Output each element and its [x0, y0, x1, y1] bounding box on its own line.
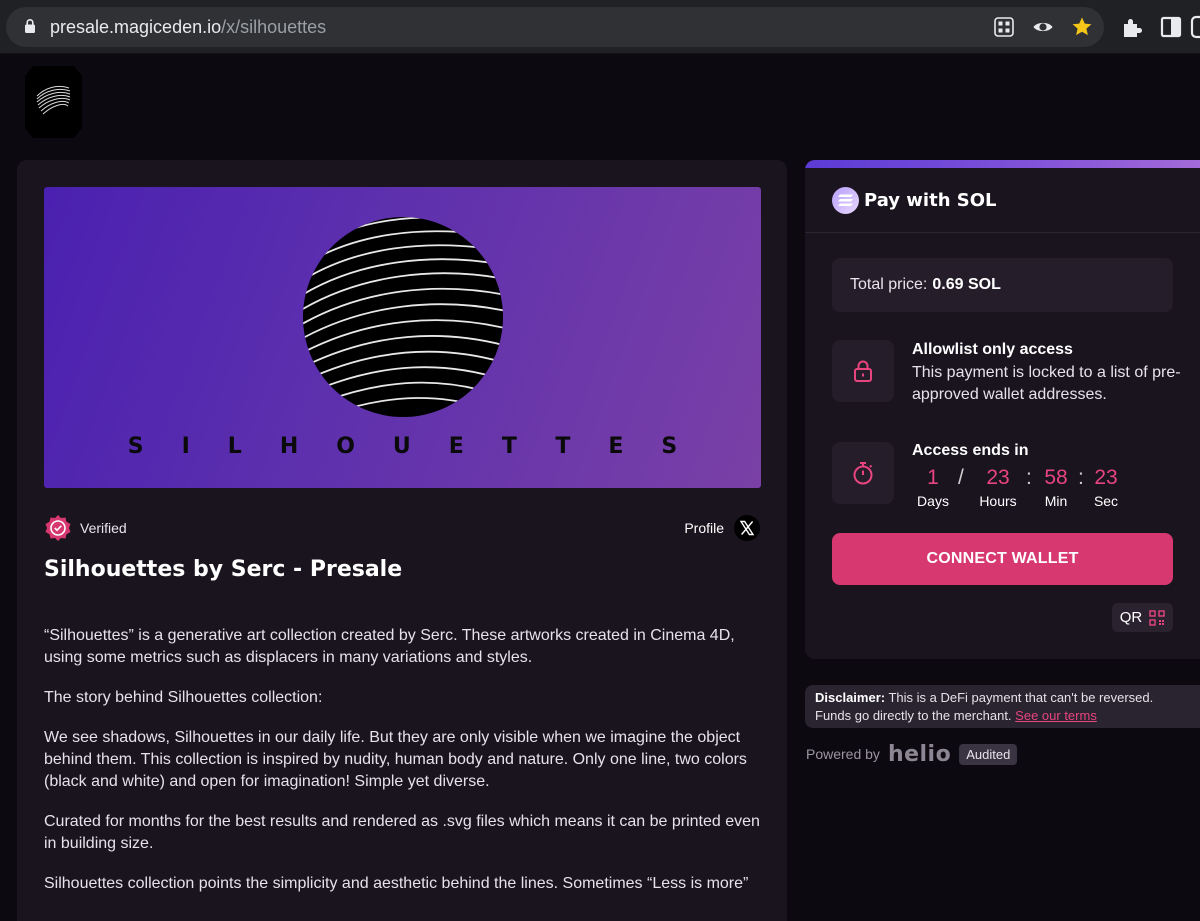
bookmark-star-icon[interactable] — [1071, 16, 1093, 38]
profile-links: Profile — [684, 514, 760, 542]
access-ends-title: Access ends in — [912, 442, 1029, 459]
stopwatch-icon — [853, 462, 873, 485]
verified-label: Verified — [80, 520, 127, 536]
verified-badge-icon — [45, 515, 71, 541]
extensions-icon[interactable] — [1120, 15, 1144, 39]
profile-icon[interactable] — [1190, 15, 1200, 39]
payment-header: Pay with SOL — [805, 168, 1200, 233]
price-label: Total price: — [850, 276, 928, 293]
address-bar[interactable]: presale.magiceden.io/x/silhouettes — [6, 7, 1104, 47]
description-paragraph: Silhouettes collection points the simpli… — [44, 875, 749, 892]
url-path: /x/silhouettes — [221, 17, 327, 37]
countdown-value: 23 — [1094, 466, 1118, 489]
collection-title: Silhouettes by Serc - Presale — [44, 557, 403, 582]
countdown-timer: 1 Days / 23 Hours : 58 Min : 23 Sec — [912, 465, 1152, 511]
countdown-value: 1 — [927, 466, 939, 489]
solana-icon — [832, 186, 859, 214]
powered-by-row: Powered by helio Audited — [806, 741, 1018, 767]
payment-title: Pay with SOL — [864, 189, 997, 211]
payment-panel: Pay with SOL Total price: 0.69 SOL Allow… — [805, 160, 1200, 659]
verified-row: Verified — [44, 514, 127, 542]
browser-toolbar: presale.magiceden.io/x/silhouettes — [0, 0, 1200, 54]
lock-icon-box — [832, 340, 894, 402]
powered-by-label: Powered by — [806, 746, 880, 762]
solana-mark-icon — [838, 194, 853, 206]
countdown-minutes: 58 Min — [1034, 465, 1078, 509]
description-paragraph: Curated for months for the best results … — [44, 813, 760, 852]
allowlist-title: Allowlist only access — [912, 341, 1073, 358]
qr-share-icon[interactable] — [993, 16, 1015, 38]
x-logo-icon[interactable] — [734, 515, 760, 541]
connect-wallet-button[interactable]: CONNECT WALLET — [832, 533, 1173, 585]
lock-icon — [854, 360, 872, 382]
url-text[interactable]: presale.magiceden.io/x/silhouettes — [50, 17, 326, 38]
helio-logo[interactable]: helio — [888, 742, 951, 767]
countdown-seconds: 23 Sec — [1084, 465, 1128, 509]
countdown-label: Hours — [979, 493, 1017, 509]
description-paragraph: The story behind Silhouettes collection: — [44, 689, 323, 706]
eye-icon[interactable] — [1032, 16, 1054, 38]
site-logo[interactable] — [25, 66, 82, 138]
countdown-separator: / — [958, 466, 964, 489]
countdown-value: 58 — [1044, 466, 1068, 489]
qr-label: QR — [1119, 609, 1143, 626]
sidebar-toggle-icon[interactable] — [1159, 15, 1183, 39]
collection-panel: SILHOUETTES Verified Profile Silhouettes… — [17, 160, 787, 921]
panel-accent-bar — [805, 160, 1200, 168]
description-paragraph: We see shadows, Silhouettes in our daily… — [44, 729, 747, 790]
qr-button[interactable]: QR — [1112, 603, 1173, 632]
disclaimer-box: Disclaimer: This is a DeFi payment that … — [805, 685, 1200, 728]
countdown-label: Days — [917, 493, 949, 509]
countdown-days: 1 Days — [911, 465, 955, 509]
countdown-label: Min — [1044, 493, 1068, 509]
countdown-hours: 23 Hours — [976, 465, 1020, 509]
terms-link[interactable]: See our terms — [1015, 708, 1097, 723]
disclaimer-label: Disclaimer: — [815, 690, 886, 705]
total-price-box: Total price: 0.69 SOL — [832, 258, 1173, 312]
url-host: presale.magiceden.io — [50, 17, 222, 37]
banner-title: SILHOUETTES — [127, 434, 716, 459]
countdown-value: 23 — [986, 466, 1010, 489]
qr-code-icon — [1149, 609, 1165, 626]
timer-icon-box — [832, 442, 894, 504]
countdown-label: Sec — [1093, 493, 1119, 509]
allowlist-text: This payment is locked to a list of pre-… — [912, 364, 1181, 403]
collection-banner: SILHOUETTES — [44, 187, 761, 488]
countdown-separator: : — [1078, 466, 1084, 489]
price-value: 0.69 SOL — [932, 276, 1001, 293]
collection-description: “Silhouettes” is a generative art collec… — [44, 625, 764, 913]
countdown-separator: : — [1026, 466, 1032, 489]
description-paragraph: “Silhouettes” is a generative art collec… — [44, 627, 735, 666]
profile-link[interactable]: Profile — [684, 520, 724, 536]
audited-badge: Audited — [959, 743, 1018, 765]
lock-icon[interactable] — [24, 18, 36, 34]
